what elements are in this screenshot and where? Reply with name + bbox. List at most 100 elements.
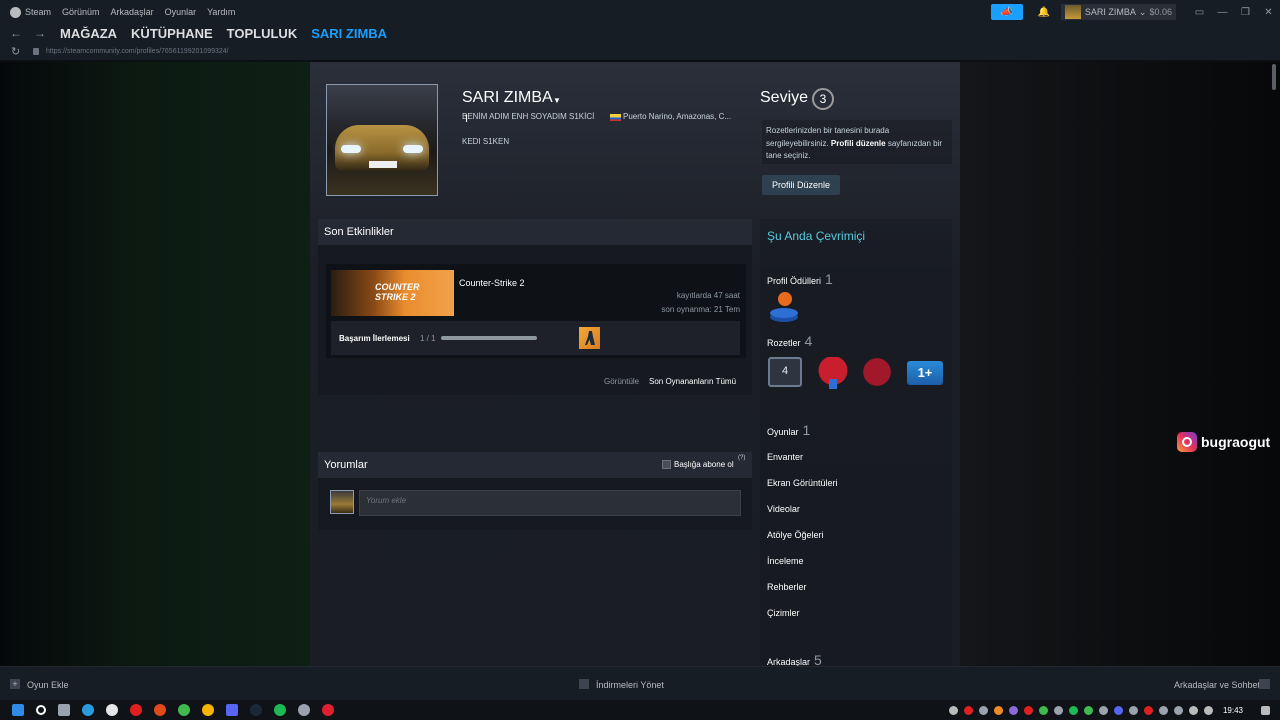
videos-link[interactable]: Videolar (767, 504, 800, 514)
tray-app-icon[interactable] (1008, 705, 1018, 715)
edge-icon[interactable] (82, 704, 94, 716)
level-label: Seviye (760, 89, 809, 106)
app-icon[interactable] (106, 704, 118, 716)
tray-app-icon[interactable] (1023, 705, 1033, 715)
close-icon[interactable]: ✕ (1257, 7, 1280, 18)
chrome-icon[interactable] (202, 704, 214, 716)
bell-icon: 🔔 (1037, 6, 1051, 18)
notification-center-icon[interactable] (1261, 705, 1270, 715)
reviews-link[interactable]: İnceleme (767, 556, 804, 566)
forward-arrow-icon[interactable]: → (34, 26, 48, 40)
app-icon[interactable] (178, 704, 190, 716)
restore-icon[interactable]: ❐ (1234, 7, 1257, 18)
search-icon[interactable] (36, 705, 46, 715)
games-link[interactable]: Oyunlar 1 (767, 422, 810, 438)
obs-icon[interactable] (298, 704, 310, 716)
opera-icon[interactable] (130, 704, 142, 716)
country-flag-icon (610, 114, 621, 121)
games-badge-icon[interactable]: 1+ (907, 361, 943, 385)
manage-downloads-button[interactable]: İndirmeleri Yönet (596, 680, 664, 690)
tray-app-icon[interactable] (1083, 705, 1093, 715)
network-icon[interactable] (1203, 705, 1213, 715)
plus-icon[interactable]: + (10, 679, 20, 689)
scrollbar[interactable] (1272, 64, 1276, 90)
subscribe-label[interactable]: Başlığa abone ol (674, 460, 734, 469)
recent-activity-header: Son Etkinlikler (318, 219, 752, 245)
steam-logo-icon[interactable] (10, 6, 21, 18)
tray-app-icon[interactable] (1128, 705, 1138, 715)
inventory-link[interactable]: Envanter (767, 452, 803, 462)
back-arrow-icon[interactable]: ← (10, 26, 24, 40)
view-all-recent-link[interactable]: Son Oynananların Tümü (649, 377, 736, 386)
record-icon[interactable] (322, 704, 334, 716)
system-clock[interactable]: 19:43 (1223, 706, 1243, 715)
volume-icon[interactable] (1188, 705, 1198, 715)
tray-app-icon[interactable] (1158, 705, 1168, 715)
level-badge[interactable]: 3 (812, 88, 834, 110)
page-url[interactable]: https://steamcommunity.com/profiles/7656… (46, 48, 229, 55)
menu-view[interactable]: Görünüm (62, 7, 100, 17)
subscribe-checkbox[interactable] (662, 460, 671, 469)
achievement-label[interactable]: Başarım İlerlemesi (339, 334, 410, 343)
tray-app-icon[interactable] (1098, 705, 1108, 715)
spotify-icon[interactable] (274, 704, 286, 716)
guides-link[interactable]: Rehberler (767, 582, 807, 592)
bottom-bar: + Oyun Ekle İndirmeleri Yönet Arkadaşlar… (0, 666, 1280, 700)
nav-store[interactable]: MAĞAZA (60, 26, 117, 41)
game-capsule[interactable]: COUNTER STRIKE 2 (331, 270, 454, 316)
screenshots-link[interactable]: Ekran Görüntüleri (767, 478, 838, 488)
discord-icon[interactable] (226, 704, 238, 716)
chat-icon[interactable] (1259, 679, 1270, 689)
badges-link[interactable]: Rozetler 4 (767, 333, 812, 349)
help-link[interactable]: (?) (738, 455, 745, 461)
nav-profile[interactable]: SARI ZIMBA (311, 26, 387, 41)
add-game-button[interactable]: Oyun Ekle (27, 680, 69, 690)
achievement-count: 1 / 1 (420, 334, 436, 343)
account-menu[interactable]: SARI ZIMBA ⌄ $0.06 (1060, 4, 1176, 20)
tray-app-icon[interactable] (978, 705, 988, 715)
tray-app-icon[interactable] (1173, 705, 1183, 715)
friends-chat-button[interactable]: Arkadaşlar ve Sohbet (1174, 680, 1260, 690)
tray-app-icon[interactable] (1143, 705, 1153, 715)
nav-community[interactable]: TOPLULUK (227, 26, 298, 41)
notifications-button[interactable]: 🔔 (1035, 4, 1053, 20)
reload-icon[interactable]: ↻ (11, 45, 33, 58)
tray-app-icon[interactable] (1038, 705, 1048, 715)
windows-start-icon[interactable] (12, 704, 24, 716)
avatar-headlight (403, 145, 423, 153)
menu-help[interactable]: Yardım (207, 7, 235, 17)
medal-badge-icon[interactable] (816, 357, 850, 389)
achievement-icon[interactable] (579, 327, 600, 349)
comment-input[interactable]: Yorum ekle (359, 490, 741, 516)
menu-games[interactable]: Oyunlar (165, 7, 197, 17)
award-icon[interactable] (770, 292, 798, 324)
nav-library[interactable]: KÜTÜPHANE (131, 26, 213, 41)
download-icon[interactable] (579, 679, 589, 689)
task-view-icon[interactable] (58, 704, 70, 716)
edit-profile-button[interactable]: Profili Düzenle (762, 175, 840, 195)
menu-friends[interactable]: Arkadaşlar (111, 7, 154, 17)
instagram-handle: bugraogut (1201, 434, 1271, 450)
brave-icon[interactable] (154, 704, 166, 716)
tray-app-icon[interactable] (1068, 705, 1078, 715)
badge-hint-link[interactable]: Profili düzenle (831, 139, 886, 148)
profile-awards-link[interactable]: Profil Ödülleri 1 (767, 271, 833, 287)
game-title[interactable]: Counter-Strike 2 (459, 278, 525, 288)
name-history-dropdown-icon[interactable]: ▼ (553, 96, 561, 105)
minimize-icon[interactable]: — (1211, 7, 1234, 18)
menu-steam[interactable]: Steam (25, 7, 51, 17)
artwork-link[interactable]: Çizimler (767, 608, 800, 618)
tray-app-icon[interactable] (1113, 705, 1123, 715)
steam-icon[interactable] (250, 704, 262, 716)
wallet-balance: $0.06 (1149, 7, 1172, 17)
headset-icon[interactable] (948, 705, 958, 715)
tray-app-icon[interactable] (1053, 705, 1063, 715)
avatar (1064, 5, 1081, 19)
seal-badge-icon[interactable] (860, 357, 894, 387)
tray-app-icon[interactable] (993, 705, 1003, 715)
big-picture-icon[interactable]: ▭ (1188, 7, 1211, 18)
tray-app-icon[interactable] (963, 705, 973, 715)
announcements-button[interactable]: 📣 (990, 4, 1023, 20)
workshop-link[interactable]: Atölye Öğeleri (767, 530, 824, 540)
years-badge-icon[interactable]: 4 (768, 357, 802, 387)
